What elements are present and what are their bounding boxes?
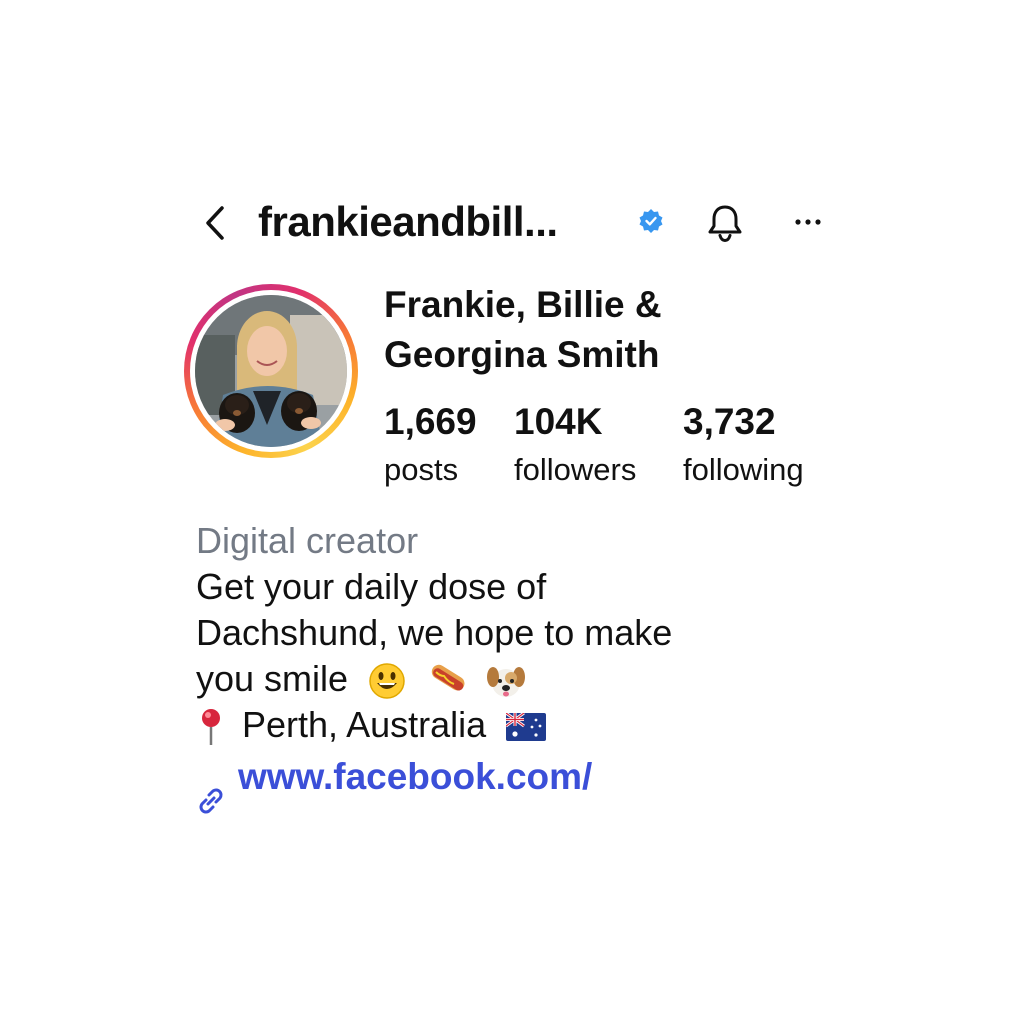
following-count: 3,732 bbox=[683, 401, 776, 442]
hotdog-emoji bbox=[431, 665, 465, 692]
more-dots-icon bbox=[795, 219, 821, 225]
bio-line-2: Dachshund, we hope to make bbox=[196, 612, 673, 653]
bio-text: Get your daily dose of Dachshund, we hop… bbox=[196, 564, 836, 748]
smiley-emoji bbox=[369, 663, 405, 700]
bio-line-1: Get your daily dose of bbox=[196, 566, 547, 607]
full-name-line2: Georgina Smith bbox=[384, 334, 660, 375]
profile-link[interactable]: www.facebook.com/ bbox=[238, 754, 592, 800]
pin-icon bbox=[202, 709, 220, 746]
bio-line-3-text: you smile bbox=[196, 658, 349, 699]
bio-line-3: you smile bbox=[196, 656, 836, 702]
australia-flag-emoji bbox=[506, 713, 547, 742]
verified-badge-icon bbox=[638, 208, 664, 234]
bell-icon bbox=[708, 205, 742, 243]
profile-page: frankieandbill... Frankie, Billie & Geor… bbox=[0, 0, 1024, 1024]
followers-stat[interactable]: 104K followers bbox=[514, 400, 636, 490]
avatar[interactable] bbox=[184, 284, 358, 458]
back-button[interactable] bbox=[198, 198, 234, 248]
following-label: following bbox=[683, 452, 804, 487]
posts-label: posts bbox=[384, 452, 459, 487]
avatar-photo bbox=[195, 295, 347, 447]
posts-count: 1,669 bbox=[384, 401, 477, 442]
followers-count: 104K bbox=[514, 401, 603, 442]
full-name: Frankie, Billie & Georgina Smith bbox=[384, 280, 662, 380]
more-options-button[interactable] bbox=[784, 204, 832, 240]
followers-label: followers bbox=[514, 452, 637, 487]
header-username: frankieandbill... bbox=[258, 198, 558, 245]
posts-stat[interactable]: 1,669 posts bbox=[384, 400, 477, 490]
link-icon bbox=[194, 784, 228, 818]
full-name-line1: Frankie, Billie & bbox=[384, 284, 662, 325]
notifications-button[interactable] bbox=[700, 198, 750, 248]
profile-category: Digital creator bbox=[196, 520, 419, 561]
bio-location-text: Perth, Australia bbox=[242, 704, 487, 745]
following-stat[interactable]: 3,732 following bbox=[683, 400, 804, 490]
dog-emoji bbox=[487, 667, 526, 698]
avatar-border bbox=[190, 290, 352, 452]
bio-location: Perth, Australia bbox=[196, 702, 836, 748]
back-chevron-icon bbox=[206, 206, 224, 240]
